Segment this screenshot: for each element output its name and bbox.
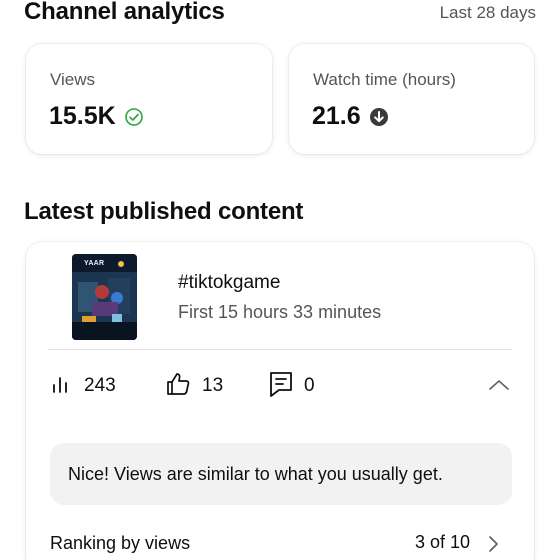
- video-thumbnail[interactable]: YAAR: [72, 254, 137, 340]
- notice-text: Nice! Views are similar to what you usua…: [68, 464, 443, 484]
- latest-content-title: Latest published content: [24, 198, 304, 225]
- watch-time-value: 21.6: [312, 102, 361, 130]
- video-title[interactable]: #tiktokgame: [178, 272, 280, 294]
- analytics-header: Channel analytics Last 28 days: [24, 0, 536, 28]
- comment-icon: [268, 370, 294, 403]
- likes-metric: 13: [164, 370, 223, 402]
- ranking-value: 3 of 10: [414, 532, 470, 552]
- performance-notice: Nice! Views are similar to what you usua…: [50, 443, 512, 505]
- arrow-down-circle-icon: [369, 107, 389, 127]
- thumbnail-text: YAAR: [84, 260, 105, 267]
- ranking-row[interactable]: Ranking by views 3 of 10: [50, 530, 512, 558]
- views-stat-card[interactable]: Views 15.5K: [26, 44, 272, 154]
- thumbnail-artwork: [72, 254, 137, 340]
- date-range-label: Last 28 days: [439, 3, 536, 22]
- page-title: Channel analytics: [24, 0, 225, 25]
- views-value-row: 15.5K: [49, 102, 144, 131]
- bar-chart-icon: [50, 372, 74, 401]
- watch-time-stat-card[interactable]: Watch time (hours) 21.6: [289, 44, 534, 154]
- ranking-label: Ranking by views: [50, 533, 191, 553]
- views-metric: 243: [50, 370, 116, 402]
- views-count: 243: [84, 375, 116, 396]
- comments-metric: 0: [268, 370, 315, 402]
- video-metrics-row: 243 13 0: [50, 370, 520, 402]
- views-label: Views: [50, 70, 96, 89]
- chevron-right-icon[interactable]: [486, 534, 500, 559]
- thumbs-up-icon: [164, 370, 192, 403]
- video-subtitle: First 15 hours 33 minutes: [178, 302, 382, 322]
- watch-time-label: Watch time (hours): [313, 70, 456, 89]
- check-circle-icon: [124, 107, 144, 127]
- comments-count: 0: [304, 375, 315, 396]
- divider: [48, 349, 512, 350]
- watch-time-value-row: 21.6: [312, 102, 389, 131]
- latest-content-card: YAAR #tiktokgame First 15 hours 33 minut…: [26, 242, 534, 560]
- chevron-up-icon[interactable]: [488, 376, 510, 399]
- likes-count: 13: [202, 375, 224, 396]
- views-value: 15.5K: [49, 102, 116, 130]
